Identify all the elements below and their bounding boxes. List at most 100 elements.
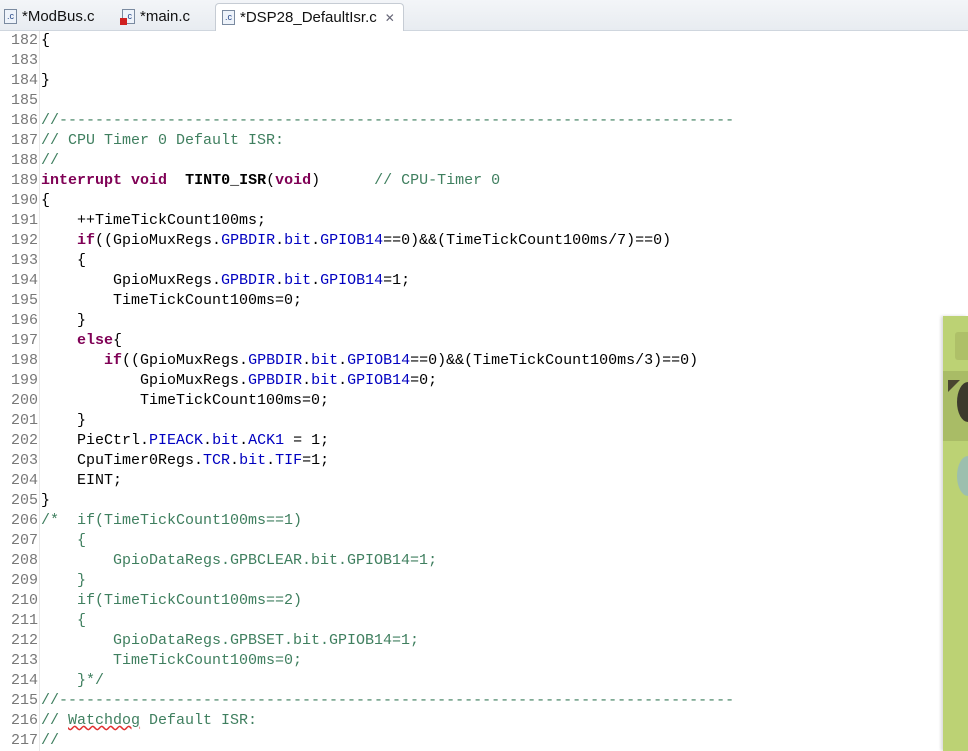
tab-main-c[interactable]: .c *main.c [120,3,191,30]
code-line[interactable]: 205} [0,491,50,511]
code-line[interactable]: 187// CPU Timer 0 Default ISR: [0,131,284,151]
line-code: GpioDataRegs.GPBSET.bit.GPIOB14=1; [41,631,419,651]
line-number: 207 [10,532,38,549]
code-token: TimeTickCount100ms=0; [41,292,303,309]
line-number: 198 [10,352,38,369]
code-token: . [266,452,276,469]
code-editor[interactable]: 182{183 184} 185 186//---------------------… [0,31,968,751]
code-line[interactable]: 191 ++TimeTickCount100ms; [0,211,266,231]
tab-label: *main.c [140,8,191,25]
line-number: 210 [10,592,38,609]
code-line[interactable]: 201 } [0,411,86,431]
line-code: if((GpioMuxRegs.GPBDIR.bit.GPIOB14==0)&&… [41,231,671,251]
code-token: GPIOB14 [347,372,411,389]
line-code: interrupt void TINT0_ISR(void) // CPU-Ti… [41,171,500,191]
avatar[interactable] [957,456,968,496]
line-code: //--------------------------------------… [41,111,734,131]
code-token: PIEACK [149,432,204,449]
code-line[interactable]: 215//-----------------------------------… [0,691,734,711]
code-token: void [131,172,168,189]
code-token: if(TimeTickCount100ms==2) [41,592,303,609]
line-code: { [41,611,86,631]
code-token: ) [311,172,375,189]
line-number: 213 [10,652,38,669]
line-number: 189 [10,172,38,189]
line-code: { [41,191,50,211]
code-token: . [239,432,249,449]
line-code: GpioMuxRegs.GPBDIR.bit.GPIOB14=1; [41,271,410,291]
code-line[interactable]: 213 TimeTickCount100ms=0; [0,651,302,671]
line-number: 195 [10,292,38,309]
code-line[interactable]: 210 if(TimeTickCount100ms==2) [0,591,302,611]
code-token: bit [311,372,339,389]
code-token: =0; [410,372,438,389]
code-line[interactable]: 211 { [0,611,86,631]
code-token: PieCtrl. [41,432,150,449]
code-line[interactable]: 197 else{ [0,331,122,351]
code-line[interactable]: 198 if((GpioMuxRegs.GPBDIR.bit.GPIOB14==… [0,351,698,371]
code-line[interactable]: 212 GpioDataRegs.GPBSET.bit.GPIOB14=1; [0,631,419,651]
line-code: //--------------------------------------… [41,691,734,711]
code-line[interactable]: 188// [0,151,59,171]
line-number: 212 [10,632,38,649]
code-token: Default ISR: [140,712,258,729]
code-token: } [41,412,87,429]
line-code: // [41,151,59,171]
code-line[interactable]: 193 { [0,251,86,271]
code-line[interactable]: 203 CpuTimer0Regs.TCR.bit.TIF=1; [0,451,329,471]
line-number: 185 [10,92,38,109]
code-token: //--------------------------------------… [41,692,735,709]
code-token: . [338,352,348,369]
code-line[interactable]: 190{ [0,191,50,211]
line-code: ++TimeTickCount100ms; [41,211,266,231]
code-token: GpioDataRegs.GPBCLEAR.bit.GPIOB14=1; [41,552,438,569]
line-number: 209 [10,572,38,589]
code-line[interactable]: 185 [0,91,38,111]
code-token: EINT; [41,472,123,489]
line-code: TimeTickCount100ms=0; [41,651,302,671]
close-tab-icon[interactable]: ✕ [385,11,395,25]
code-token: TCR [203,452,231,469]
code-token: . [311,272,321,289]
code-line[interactable]: 217// [0,731,59,751]
panel-button[interactable] [955,332,968,360]
line-code: CpuTimer0Regs.TCR.bit.TIF=1; [41,451,329,471]
code-token: // CPU Timer 0 Default ISR: [41,132,285,149]
line-code: // Watchdog Default ISR: [41,711,257,731]
code-line[interactable]: 206/* if(TimeTickCount100ms==1) [0,511,302,531]
code-line[interactable]: 202 PieCtrl.PIEACK.bit.ACK1 = 1; [0,431,329,451]
code-token: } [41,572,87,589]
code-token: GpioMuxRegs. [41,372,249,389]
code-line[interactable]: 195 TimeTickCount100ms=0; [0,291,302,311]
code-line[interactable]: 182{ [0,31,50,51]
tab-modbus-c[interactable]: .c *ModBus.c [4,3,95,30]
code-line[interactable]: 199 GpioMuxRegs.GPBDIR.bit.GPIOB14=0; [0,371,437,391]
tab-dsp28-defaultisr-c[interactable]: .c *DSP28_DefaultIsr.c ✕ [215,3,404,31]
code-token: TimeTickCount100ms=0; [41,652,303,669]
code-line[interactable]: 200 TimeTickCount100ms=0; [0,391,329,411]
code-line[interactable]: 194 GpioMuxRegs.GPBDIR.bit.GPIOB14=1; [0,271,410,291]
code-line[interactable]: 196 } [0,311,86,331]
code-line[interactable]: 189 interrupt void TINT0_ISR(void) // CPU… [0,171,500,191]
code-line[interactable]: 184} [0,71,50,91]
code-line[interactable]: 186//-----------------------------------… [0,111,734,131]
code-line[interactable]: 204 EINT; [0,471,122,491]
code-line[interactable]: 192 if((GpioMuxRegs.GPBDIR.bit.GPIOB14==… [0,231,671,251]
line-code: EINT; [41,471,122,491]
code-line[interactable]: 209 } [0,571,86,591]
code-token: bit [284,232,312,249]
code-line[interactable]: 214 }*/ [0,671,104,691]
code-token: { [41,532,87,549]
code-token: //--------------------------------------… [41,112,735,129]
code-line[interactable]: 207 { [0,531,86,551]
code-line[interactable]: 216// Watchdog Default ISR: [0,711,257,731]
code-line[interactable]: 208 GpioDataRegs.GPBCLEAR.bit.GPIOB14=1; [0,551,437,571]
code-line[interactable]: 183 [0,51,38,71]
code-token: /* if(TimeTickCount100ms==1) [41,512,303,529]
tab-label: *ModBus.c [22,8,95,25]
line-number: 196 [10,312,38,329]
code-token: . [230,452,240,469]
code-token: CpuTimer0Regs. [41,452,204,469]
